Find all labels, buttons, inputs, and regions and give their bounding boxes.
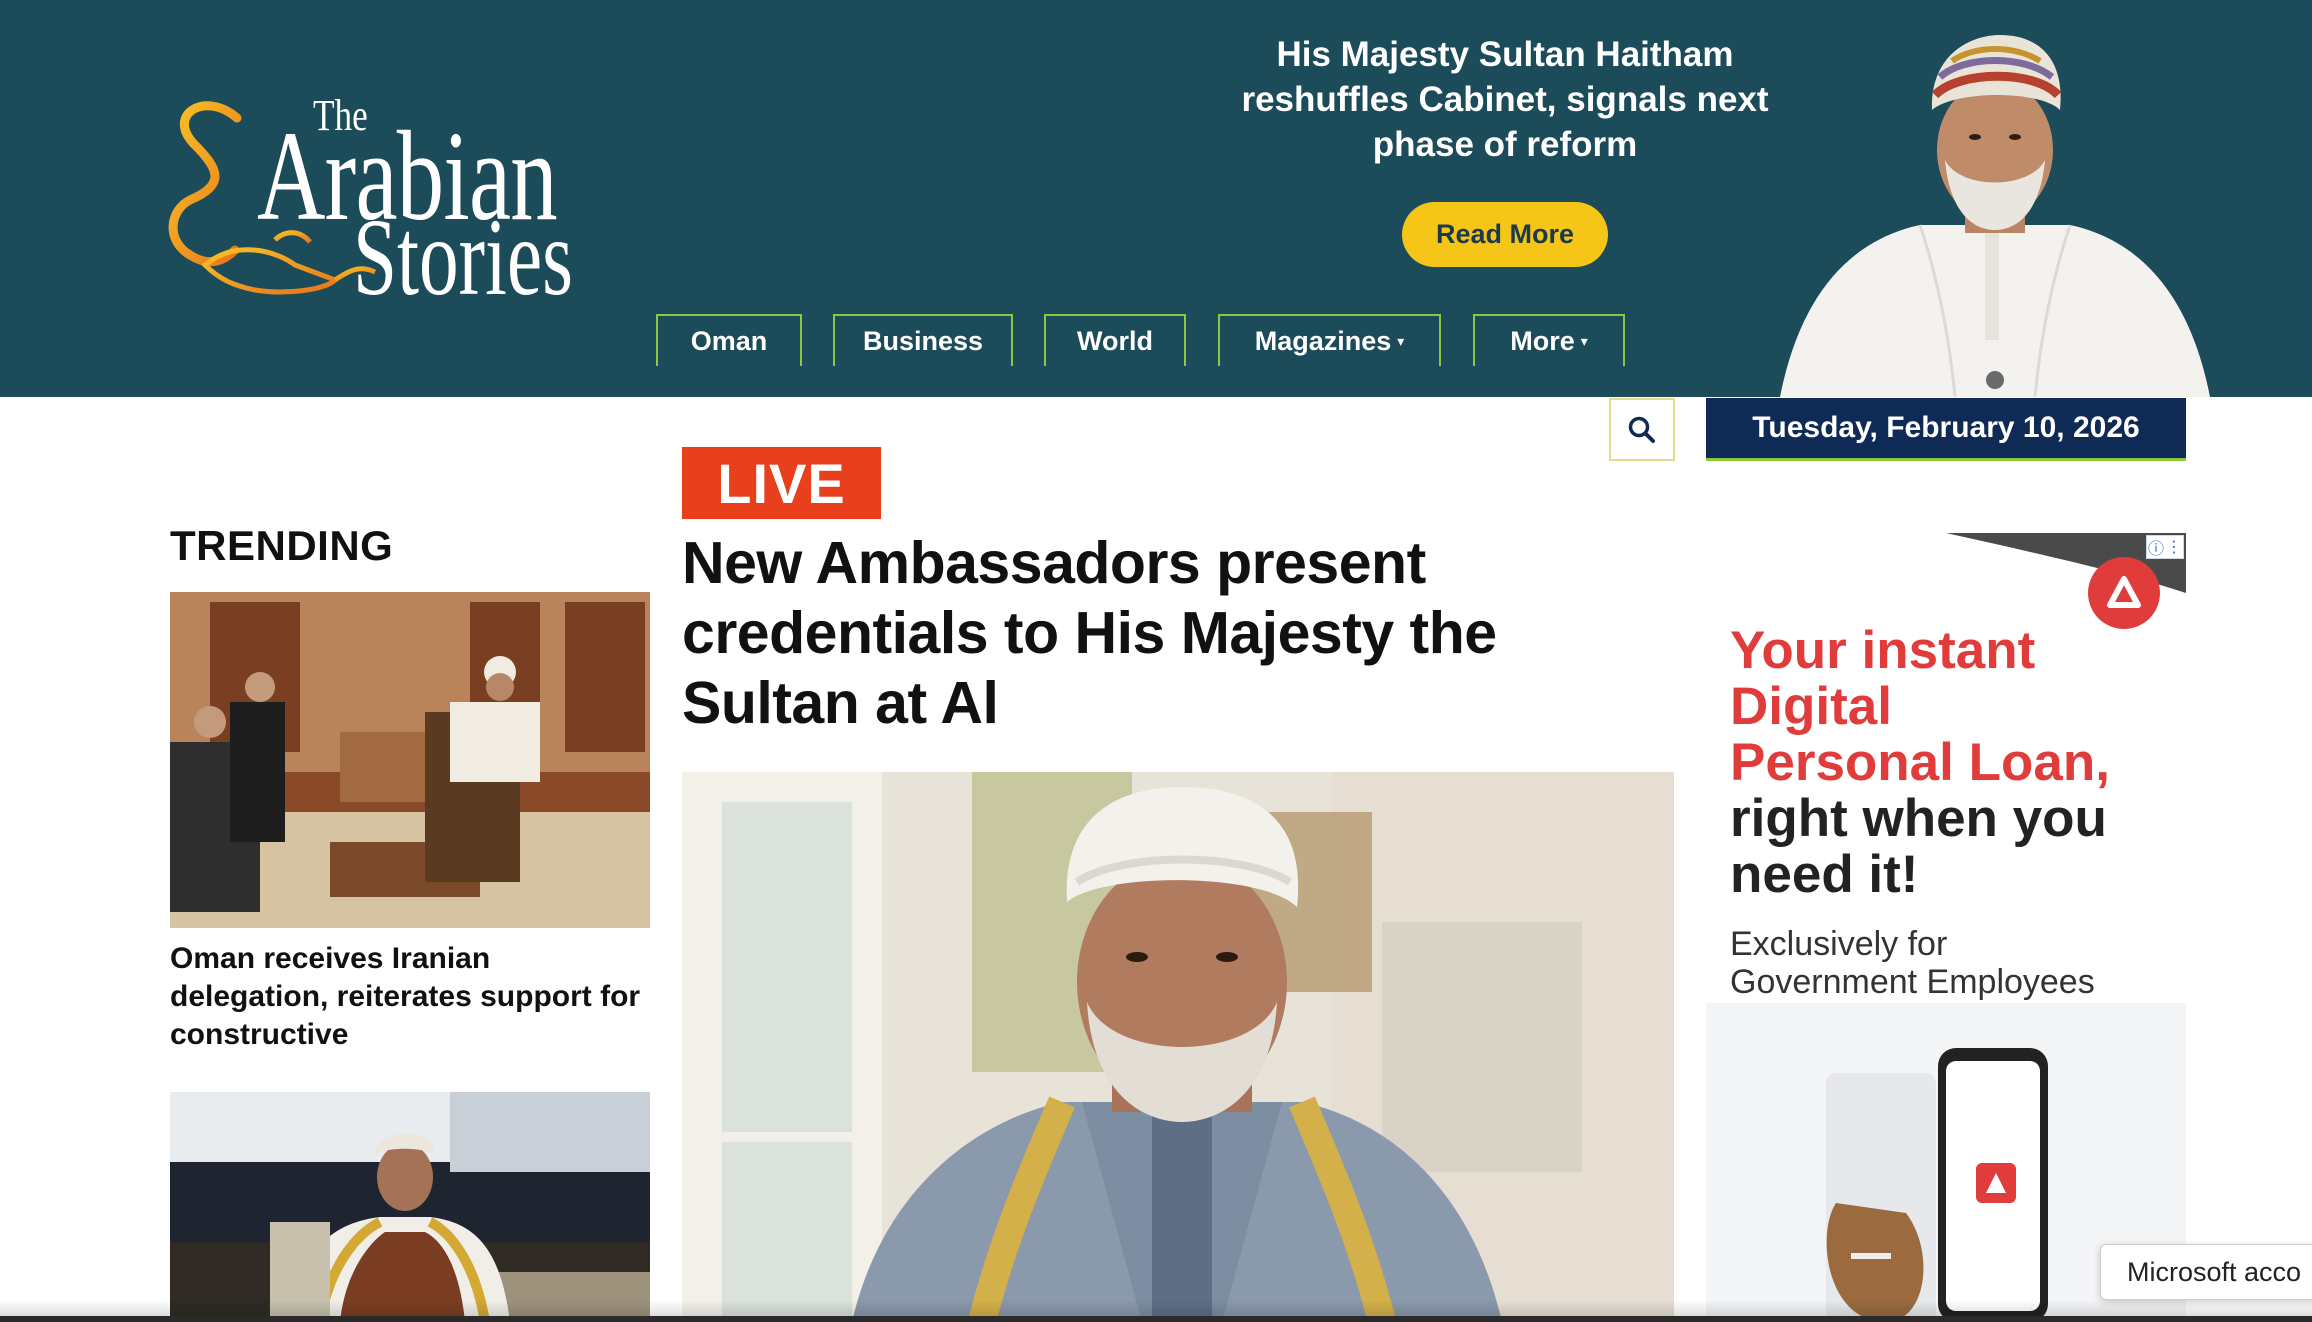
ad-text-line: right when you	[1730, 789, 2107, 848]
trending-item-image[interactable]	[170, 592, 650, 928]
nav-item-more[interactable]: More ▾	[1473, 314, 1625, 366]
nav-item-label: More	[1510, 325, 1575, 356]
nav-item-label: Business	[862, 325, 984, 356]
caret-down-icon: ▾	[1580, 332, 1588, 349]
main-story-image[interactable]	[682, 772, 1674, 1322]
ad-banner[interactable]: ⓘ ⋮ Your instant Digital Personal Loan, …	[1706, 533, 2186, 1322]
ad-subtext-line: Exclusively for	[1730, 925, 1948, 963]
nav-item-label: Magazines	[1254, 325, 1392, 356]
current-date: Tuesday, February 10, 2026	[1706, 398, 2186, 461]
sultan-portrait-image	[1780, 35, 2210, 397]
ad-text-line: Your instant	[1730, 621, 2036, 680]
main-photo-sultan	[682, 772, 1674, 1322]
nav-item-magazines[interactable]: Magazines ▾	[1218, 314, 1441, 366]
search-button[interactable]	[1609, 398, 1675, 461]
ad-info-button[interactable]: ⓘ ⋮	[2146, 535, 2184, 559]
logo-stories-text: Stories	[353, 196, 574, 318]
site-header: The Arabian Stories His Majesty Sultan H…	[0, 0, 2312, 397]
site-logo[interactable]: The Arabian Stories	[165, 90, 605, 312]
page-bottom-edge	[0, 1316, 2312, 1322]
ad-text-line: need it!	[1730, 845, 1919, 904]
ad-text-line: Personal Loan,	[1730, 733, 2110, 792]
nav-item-oman[interactable]: Oman	[656, 314, 802, 366]
microsoft-account-toast[interactable]: Microsoft acco	[2100, 1244, 2312, 1300]
trending-item-image[interactable]	[170, 1092, 650, 1322]
main-story-headline[interactable]: New Ambassadors present credentials to H…	[682, 528, 1682, 738]
nav-item-world[interactable]: World	[1044, 314, 1186, 366]
live-badge: LIVE	[682, 447, 881, 519]
trending-photo-meeting	[170, 592, 650, 928]
trending-photo-official	[170, 1092, 650, 1322]
bank-logo-icon	[2088, 557, 2160, 629]
nav-item-business[interactable]: Business	[833, 314, 1013, 366]
nav-item-label: Oman	[690, 325, 768, 356]
trending-heading: TRENDING	[170, 522, 394, 569]
ad-text-line: Digital	[1730, 677, 1892, 736]
ad-subtext-line: Government Employees	[1730, 963, 2095, 1001]
promo-headline[interactable]: His Majesty Sultan Haitham reshuffles Ca…	[1200, 32, 1810, 167]
caret-down-icon: ▾	[1397, 332, 1405, 349]
nav-item-label: World	[1077, 325, 1153, 356]
kebab-menu-icon: ⋮	[2165, 539, 2182, 556]
ad-subtext: Exclusively for Government Employees	[1730, 925, 2095, 1001]
search-icon	[1628, 416, 1655, 443]
trending-item-headline[interactable]: Oman receives Iranian delegation, reiter…	[170, 940, 650, 1054]
info-icon: ⓘ	[2147, 541, 2164, 558]
read-more-button[interactable]: Read More	[1402, 202, 1608, 267]
